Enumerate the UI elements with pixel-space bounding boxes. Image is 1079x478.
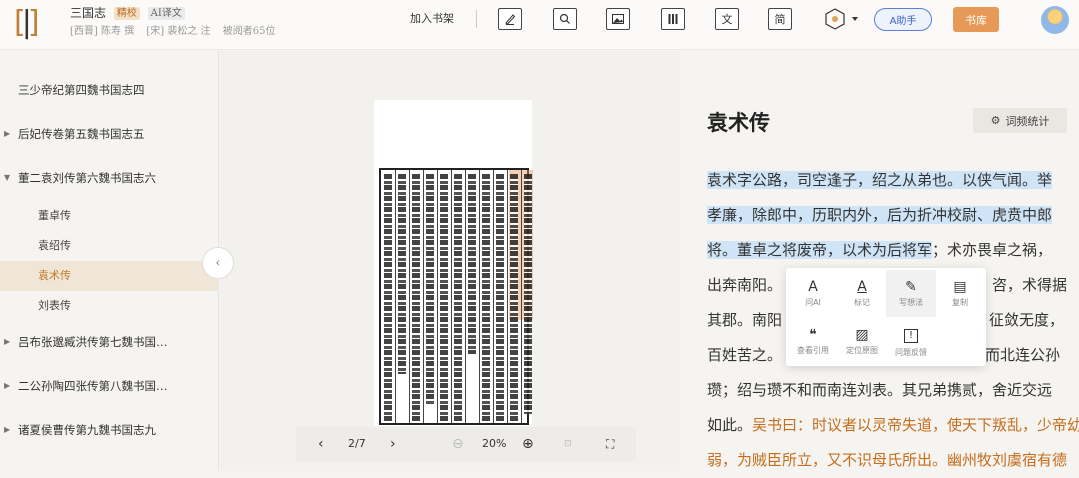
next-page-icon[interactable]: › bbox=[390, 427, 396, 461]
selection-popup-menu: A 问AI A 标记 ✎ 写想法 ▤ 复制 ❝ 查看引用 ▨ 定位原图 ! 问题… bbox=[786, 268, 986, 366]
collapse-sidebar-button[interactable]: ‹ bbox=[202, 247, 234, 279]
toc-subitem[interactable]: 董卓传 bbox=[0, 201, 219, 231]
zoom-in-icon[interactable]: ⊕ bbox=[522, 427, 534, 461]
expand-arrow-icon[interactable]: ▶ bbox=[4, 415, 10, 445]
locate-image-button[interactable]: ▨ 定位原图 bbox=[837, 318, 887, 365]
text-line: 如此。吴书曰：时议者以灵帝失道，使天下叛乱，少帝幼 bbox=[707, 408, 1079, 443]
expand-arrow-icon[interactable]: ▶ bbox=[4, 371, 10, 401]
prev-page-icon[interactable]: ‹ bbox=[318, 427, 324, 461]
word-frequency-button[interactable]: ⚙ 词频统计 bbox=[973, 108, 1067, 133]
mark-icon: A bbox=[857, 279, 867, 295]
add-to-shelf-button[interactable]: 加入书架 bbox=[410, 10, 454, 26]
feedback-icon: ! bbox=[904, 329, 918, 343]
write-note-button[interactable]: ✎ 写想法 bbox=[886, 270, 936, 317]
search-tool-button[interactable] bbox=[553, 8, 577, 30]
expand-arrow-icon[interactable]: ▶ bbox=[4, 327, 10, 357]
zoom-level: 20% bbox=[482, 437, 507, 450]
ai-translation-badge[interactable]: AI译文 bbox=[147, 7, 185, 20]
theme-dropdown[interactable] bbox=[823, 7, 863, 31]
collapse-arrow-icon[interactable]: ▼ bbox=[4, 163, 10, 193]
chevron-left-icon: ‹ bbox=[215, 255, 221, 271]
toc-subitem[interactable]: 刘表传 bbox=[0, 291, 219, 321]
author-text: [西晋] 陈寿 撰 bbox=[70, 26, 135, 37]
book-title-text: 三国志 bbox=[70, 6, 107, 20]
report-issue-button[interactable]: ! 问题反馈 bbox=[886, 318, 936, 365]
book-title: 三国志 精校 AI译文 bbox=[70, 4, 185, 21]
annotation-text: 弱，为贼臣所立，又不识母氏所出。幽州牧刘虞宿有德 bbox=[707, 451, 1068, 469]
toc-item[interactable]: ▶ 诸夏侯曹传第九魏书国志九 bbox=[0, 415, 219, 445]
toc-item[interactable]: ▶ 二公孙陶四张传第八魏书国… bbox=[0, 371, 219, 401]
annotation-text: 吴书曰：时议者以灵帝失道，使天下叛乱，少帝幼 bbox=[752, 416, 1079, 434]
image-icon: ▨ bbox=[855, 327, 869, 343]
mark-button[interactable]: A 标记 bbox=[837, 270, 887, 317]
toc-item[interactable]: ▶ 后妃传卷第五魏书国志五 bbox=[0, 119, 219, 149]
library-button[interactable]: 书库 bbox=[953, 7, 999, 32]
toc-item[interactable]: ▶ 吕布张邈臧洪传第七魏书国… bbox=[0, 327, 219, 357]
image-tool-button[interactable] bbox=[606, 8, 630, 30]
scanned-page-image[interactable] bbox=[374, 100, 533, 426]
scan-viewer: ‹ 2/7 › ⊖ 20% ⊕ ⊡ ⛶ bbox=[220, 51, 680, 471]
quote-icon: ❝ bbox=[809, 327, 817, 343]
annotator-text: [宋] 裴松之 注 bbox=[146, 26, 211, 37]
copy-button[interactable]: ▤ 复制 bbox=[935, 270, 985, 317]
toc-item[interactable]: 三少帝纪第四魏书国志四 bbox=[0, 75, 219, 105]
columns-icon bbox=[668, 14, 678, 24]
zoom-out-icon[interactable]: ⊖ bbox=[452, 427, 464, 461]
top-bar: [|] 三国志 精校 AI译文 [西晋] 陈寿 撰 [宋] 裴松之 注 被阅者6… bbox=[0, 0, 1079, 50]
selected-text: 将。董卓之将废帝，以术为后将军 bbox=[707, 241, 933, 259]
selected-text: 袁术字公路，司空逢子，绍之从弟也。以侠气闻。举 bbox=[707, 171, 1053, 189]
view-citation-button[interactable]: ❝ 查看引用 bbox=[788, 318, 838, 365]
toc-subitem-active[interactable]: 袁术传 bbox=[0, 261, 219, 291]
text-line: 袁术字公路，司空逢子，绍之从弟也。以侠气闻。举 bbox=[707, 163, 1073, 198]
selected-text: 孝廉，除郎中，历职内外，后为折冲校尉、虎贲中郎 bbox=[707, 206, 1053, 224]
search-icon bbox=[559, 13, 570, 24]
toolbar-divider bbox=[476, 10, 477, 28]
fullscreen-icon[interactable]: ⛶ bbox=[606, 427, 614, 461]
text-line: 瓒；绍与瓒不和而南连刘表。其兄弟携贰，舍近交远 bbox=[707, 381, 1053, 399]
traditional-text-button[interactable]: 文 bbox=[715, 8, 739, 30]
page-indicator: 2/7 bbox=[348, 437, 366, 450]
frequency-icon: ⚙ bbox=[990, 114, 1001, 127]
book-meta: [西晋] 陈寿 撰 [宋] 裴松之 注 被阅者65位 bbox=[70, 22, 284, 37]
simplified-text-button[interactable]: 简 bbox=[768, 8, 792, 30]
text-line: 将。董卓之将废帝，以术为后将军；术亦畏卓之祸， bbox=[707, 241, 1053, 259]
columns-tool-button[interactable] bbox=[661, 8, 685, 30]
app-logo[interactable]: [|] bbox=[14, 6, 52, 40]
toc-item[interactable]: ▼ 董二袁刘传第六魏书国志六 bbox=[0, 163, 219, 193]
pen-icon bbox=[505, 14, 516, 25]
scan-text-block bbox=[379, 168, 533, 425]
toc-subitem[interactable]: 袁绍传 bbox=[0, 231, 219, 261]
ask-ai-icon: A bbox=[808, 279, 818, 295]
quill-icon: ✎ bbox=[905, 279, 917, 295]
note-tool-button[interactable] bbox=[498, 8, 522, 30]
table-of-contents: 三少帝纪第四魏书国志四 ▶ 后妃传卷第五魏书国志五 ▼ 董二袁刘传第六魏书国志六 董… bbox=[0, 51, 219, 471]
expand-arrow-icon[interactable]: ▶ bbox=[4, 119, 10, 149]
fit-page-icon[interactable]: ⊡ bbox=[564, 427, 572, 461]
proofread-badge: 精校 bbox=[113, 7, 140, 20]
chapter-title: 袁术传 bbox=[707, 110, 770, 135]
hexagon-icon bbox=[825, 8, 858, 30]
text-line: 弱，为贼臣所立，又不识母氏所出。幽州牧刘虞宿有德 bbox=[707, 443, 1073, 478]
page-toolbar: ‹ 2/7 › ⊖ 20% ⊕ ⊡ ⛶ bbox=[296, 427, 636, 461]
text-reader: 袁术传 ⚙ 词频统计 袁术字公路，司空逢子，绍之从弟也。以侠气闻。举 孝廉，除郎… bbox=[681, 51, 1079, 471]
readers-count: 被阅者65位 bbox=[222, 26, 276, 37]
ask-ai-button[interactable]: A 问AI bbox=[788, 270, 838, 317]
image-icon bbox=[612, 14, 624, 24]
text-line: 孝廉，除郎中，历职内外，后为折冲校尉、虎贲中郎 bbox=[707, 198, 1073, 233]
user-avatar[interactable] bbox=[1041, 6, 1069, 34]
copy-icon: ▤ bbox=[953, 279, 967, 295]
ai-assistant-button[interactable]: A助手 bbox=[874, 8, 932, 31]
